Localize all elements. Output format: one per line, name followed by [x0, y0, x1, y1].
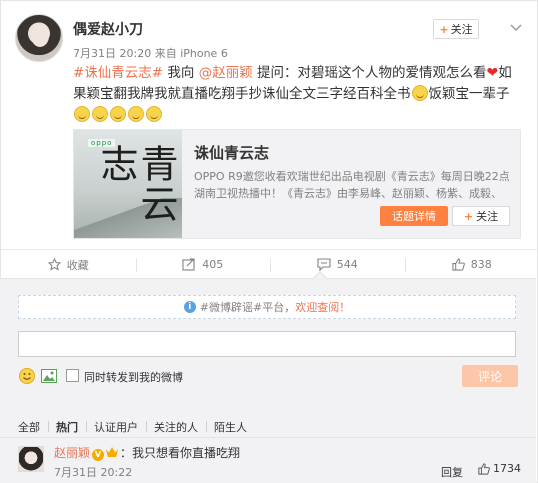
info-icon: i: [183, 301, 196, 313]
thumbs-up-icon: [478, 462, 490, 475]
topic-details-button[interactable]: 话题详情: [380, 206, 448, 226]
share-title[interactable]: 诛仙青云志: [194, 142, 269, 163]
comment-section: i #微博辟谣#平台， 欢迎查阅！ 同时转发到我的微博 评论 全部 热门 认证用…: [0, 278, 536, 483]
like-action[interactable]: 838: [404, 250, 538, 279]
share-thumbnail[interactable]: oppo 青云志: [74, 130, 182, 238]
action-bar: 收藏 405 544 838: [1, 249, 538, 279]
heart-icon: ❤: [486, 65, 499, 81]
image-icon[interactable]: [40, 367, 58, 385]
crown-icon: [106, 447, 119, 457]
comment-like-count: 1734: [493, 462, 521, 475]
share-follow-label: 关注: [476, 210, 499, 223]
favorite-label: 收藏: [66, 258, 89, 272]
smile-emoji-icon: [128, 106, 144, 122]
post-text-part-4: 饭颖宝一辈子: [428, 86, 510, 102]
follow-label: 关注: [450, 23, 473, 36]
smile-emoji-icon: [411, 85, 428, 101]
mention-link[interactable]: @赵丽颖: [199, 65, 253, 81]
plus-icon: +: [463, 209, 474, 223]
reply-button[interactable]: 回复: [441, 464, 463, 480]
filter-all[interactable]: 全部: [18, 419, 48, 435]
comment-input[interactable]: [18, 331, 516, 357]
post-meta: 7月31日 20:20 来自 iPhone 6: [73, 45, 228, 61]
submit-comment-button[interactable]: 评论: [462, 365, 518, 387]
share-card[interactable]: oppo 青云志 诛仙青云志 OPPO R9邀您收看欢瑞世纪出品电视剧《青云志》…: [73, 129, 521, 239]
post-time[interactable]: 7月31日 20:20: [73, 47, 151, 60]
comment-time: 7月31日 20:22: [54, 466, 133, 479]
filter-following[interactable]: 关注的人: [146, 419, 206, 435]
smile-emoji-icon: [74, 106, 90, 122]
verified-badge-icon: V: [92, 449, 105, 461]
comment-avatar[interactable]: [18, 446, 44, 472]
comment-author[interactable]: 赵丽颖: [54, 446, 90, 460]
like-count: 838: [470, 258, 492, 271]
comment-count: 544: [336, 258, 358, 271]
smile-emoji-icon: [146, 106, 162, 122]
rumor-notice: i #微博辟谣#平台， 欢迎查阅！: [18, 295, 516, 319]
filter-strangers[interactable]: 陌生人: [206, 419, 255, 435]
calligraphy-title: 青云志: [94, 144, 178, 224]
emoji-icon[interactable]: [18, 367, 36, 385]
chevron-down-icon[interactable]: [509, 21, 523, 35]
star-icon: [47, 258, 61, 271]
comment-item: 赵丽颖 V ：我只想看你直播吃翔 7月31日 20:22 回复 1734: [0, 437, 536, 483]
post-source: 来自 iPhone 6: [154, 47, 228, 60]
author-name[interactable]: 偶爱赵小刀: [73, 19, 143, 39]
comment-like-button[interactable]: 1734: [478, 462, 521, 475]
comment-action[interactable]: 544: [270, 250, 405, 279]
smile-emoji-icon: [110, 106, 126, 122]
filter-hot[interactable]: 热门: [48, 419, 86, 435]
plus-icon: +: [439, 22, 449, 36]
notice-link[interactable]: 欢迎查阅！: [295, 299, 350, 315]
repost-count: 405: [202, 258, 224, 271]
post-text-part-2: 提问：对碧瑶这个人物的爱情观怎么看: [252, 65, 487, 81]
smile-emoji-icon: [92, 106, 108, 122]
comment-line: 赵丽颖 V ：我只想看你直播吃翔: [54, 444, 240, 461]
comment-icon: [317, 258, 331, 271]
post-text: #诛仙青云志# 我向 @赵丽颖 提问：对碧瑶这个人物的爱情观怎么看❤如果颖宝翻我…: [73, 63, 521, 126]
repost-checkbox[interactable]: [66, 369, 79, 382]
comment-text: ：我只想看你直播吃翔: [120, 446, 241, 460]
favorite-action[interactable]: 收藏: [1, 250, 136, 279]
notice-text: #微博辟谣#平台，: [199, 301, 296, 314]
post-text-part-1: 我向: [163, 65, 199, 81]
filter-verified[interactable]: 认证用户: [86, 419, 146, 435]
author-avatar[interactable]: [15, 14, 63, 62]
share-follow-button[interactable]: + 关注: [452, 206, 510, 226]
repost-icon: [182, 258, 195, 271]
comment-filters: 全部 热门 认证用户 关注的人 陌生人: [18, 419, 263, 435]
share-description: OPPO R9邀您收看欢瑞世纪出品电视剧《青云志》每周日晚22点湖南卫视热播中！…: [194, 170, 510, 200]
repost-action[interactable]: 405: [135, 250, 271, 279]
thumbs-up-icon: [452, 258, 465, 271]
repost-checkbox-label[interactable]: 同时转发到我的微博: [84, 369, 183, 385]
follow-button[interactable]: + 关注: [433, 19, 479, 39]
topic-link[interactable]: #诛仙青云志#: [73, 65, 163, 81]
